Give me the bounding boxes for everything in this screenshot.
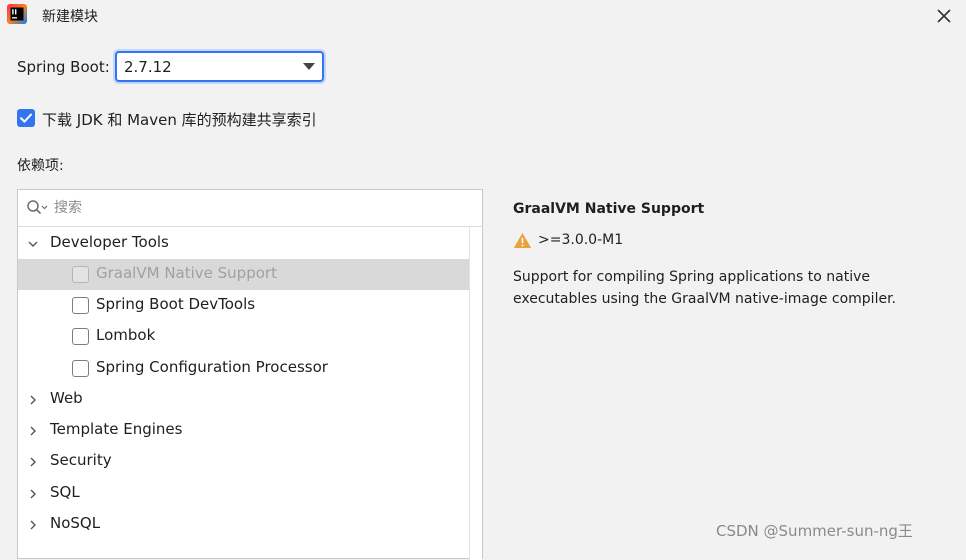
dependency-checkbox[interactable] [72, 328, 89, 345]
tree-group-sql[interactable]: SQL [18, 478, 469, 509]
dependency-item-label: GraalVM Native Support [96, 264, 277, 282]
dependency-item-spring-boot-devtools[interactable]: Spring Boot DevTools [18, 290, 469, 321]
tree-group-label: Template Engines [50, 420, 183, 438]
version-requirement: >=3.0.0-M1 [538, 232, 624, 248]
watermark: CSDN @Summer-sun-ng王 [716, 522, 913, 540]
tree-group-label: Security [50, 451, 112, 469]
dependencies-panel: Developer Tools GraalVM Native Support S… [17, 189, 483, 560]
chevron-right-icon [30, 457, 36, 467]
dependency-item-label: Spring Boot DevTools [96, 295, 256, 313]
dropdown-caret-icon [303, 63, 315, 70]
dependency-checkbox[interactable] [72, 360, 89, 377]
tree-group-label: Web [50, 389, 83, 407]
dependency-item-label: Spring Configuration Processor [96, 358, 328, 376]
chevron-right-icon [30, 395, 36, 405]
search-icon[interactable] [26, 199, 48, 217]
dependency-detail-title: GraalVM Native Support [513, 201, 705, 217]
tree-group-developer-tools[interactable]: Developer Tools [18, 228, 469, 259]
tree-group-nosql[interactable]: NoSQL [18, 509, 469, 540]
tree-group-web[interactable]: Web [18, 384, 469, 415]
dependency-item-graalvm-native-support[interactable]: GraalVM Native Support [18, 259, 469, 290]
checkmark-icon [20, 113, 32, 123]
tree-scrollbar[interactable] [469, 227, 482, 560]
chevron-right-icon [30, 489, 36, 499]
spring-boot-version-value: 2.7.12 [124, 58, 172, 76]
tree-group-label: SQL [50, 483, 80, 501]
tree-group-security[interactable]: Security [18, 446, 469, 477]
download-indexes-checkbox[interactable] [17, 109, 35, 127]
title-bar: 新建模块 [0, 0, 966, 32]
spring-boot-label: Spring Boot: [17, 58, 110, 76]
tree-group-label: NoSQL [50, 514, 101, 532]
dependency-item-label: Lombok [96, 326, 156, 344]
chevron-down-icon [28, 241, 38, 247]
tree-group-label: Developer Tools [50, 233, 169, 251]
dependency-detail-description: Support for compiling Spring application… [513, 269, 896, 307]
window-title: 新建模块 [42, 9, 98, 25]
dependency-checkbox[interactable] [72, 266, 89, 283]
chevron-right-icon [30, 520, 36, 530]
intellij-idea-icon [7, 4, 27, 24]
warning-icon [513, 233, 532, 248]
tree-group-template-engines[interactable]: Template Engines [18, 415, 469, 446]
dependency-item-spring-configuration-processor[interactable]: Spring Configuration Processor [18, 353, 469, 384]
download-indexes-label: 下载 JDK 和 Maven 库的预构建共享索引 [42, 111, 317, 129]
spring-boot-version-select[interactable]: 2.7.12 [115, 51, 324, 82]
dependencies-label: 依赖项: [17, 158, 64, 174]
dependency-checkbox[interactable] [72, 297, 89, 314]
chevron-right-icon [30, 426, 36, 436]
close-icon[interactable] [932, 4, 956, 28]
dependency-search-input[interactable] [54, 196, 454, 220]
dependency-item-lombok[interactable]: Lombok [18, 321, 469, 352]
dependency-search-bar [18, 190, 482, 227]
